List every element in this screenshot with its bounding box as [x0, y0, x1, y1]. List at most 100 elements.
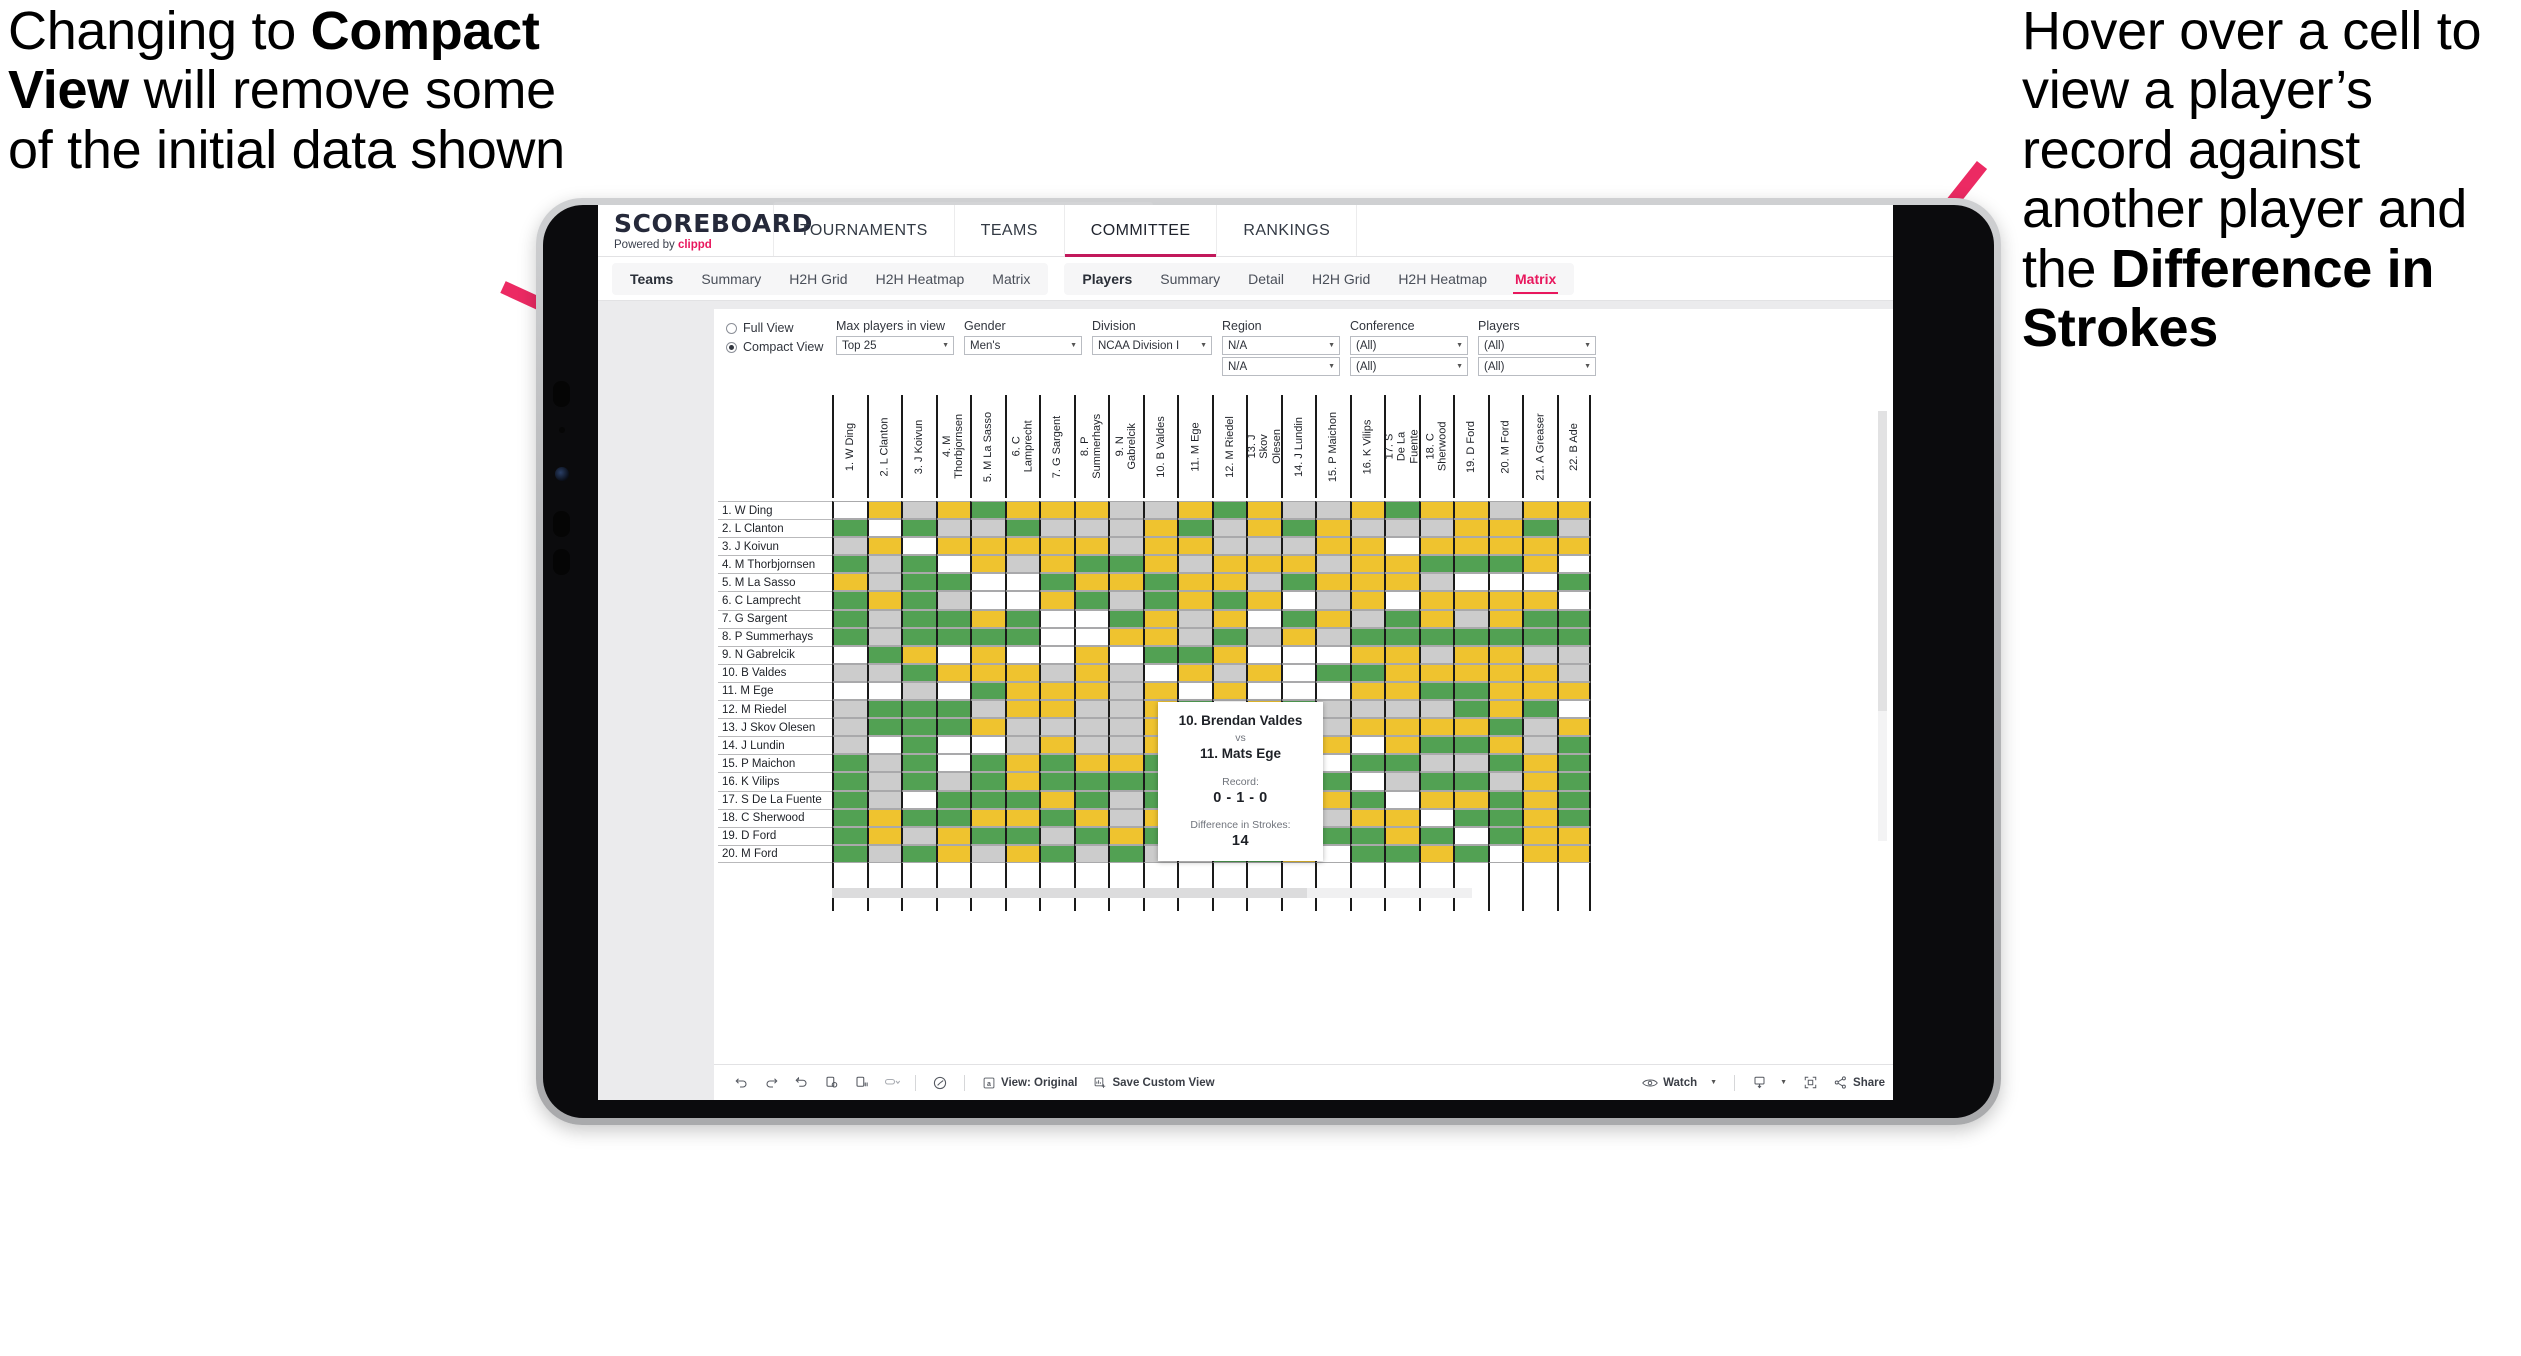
matrix-cell[interactable]	[1073, 790, 1108, 809]
matrix-cell[interactable]	[1522, 681, 1557, 701]
matrix-cell[interactable]	[1073, 844, 1108, 863]
matrix-cell[interactable]	[1453, 844, 1488, 863]
filter-players-select[interactable]: (All) ▼	[1478, 336, 1596, 355]
matrix-cell[interactable]	[935, 790, 970, 809]
matrix-cell[interactable]	[1418, 754, 1453, 773]
matrix-cell[interactable]	[970, 501, 1005, 520]
matrix-cell[interactable]	[1039, 681, 1074, 701]
matrix-cell[interactable]	[1556, 772, 1591, 791]
matrix-cell[interactable]	[1418, 501, 1453, 520]
matrix-cell[interactable]	[866, 555, 901, 574]
matrix-cell[interactable]	[1522, 555, 1557, 574]
matrix-cell[interactable]	[832, 718, 867, 737]
matrix-cell[interactable]	[1418, 519, 1453, 538]
matrix-cell[interactable]	[1211, 537, 1246, 556]
matrix-cell[interactable]	[1142, 573, 1177, 592]
matrix-cell[interactable]	[866, 772, 901, 791]
matrix-cell[interactable]	[1556, 790, 1591, 809]
matrix-cell[interactable]	[1280, 591, 1315, 610]
matrix-cell[interactable]	[832, 591, 867, 610]
matrix-cell[interactable]	[1384, 609, 1419, 628]
matrix-cell[interactable]	[866, 681, 901, 701]
matrix-cell[interactable]	[1487, 627, 1522, 646]
matrix-cell[interactable]	[1522, 609, 1557, 628]
matrix-cell[interactable]	[970, 754, 1005, 773]
matrix-cell[interactable]	[901, 681, 936, 701]
matrix-cell[interactable]	[1522, 772, 1557, 791]
matrix-cell[interactable]	[1177, 519, 1212, 538]
matrix-cell[interactable]	[1315, 609, 1350, 628]
matrix-cell[interactable]	[1556, 627, 1591, 646]
matrix-cell[interactable]	[1073, 826, 1108, 845]
matrix-cell[interactable]	[866, 519, 901, 538]
matrix-cell[interactable]	[1108, 645, 1143, 664]
matrix-cell[interactable]	[970, 519, 1005, 538]
filter-division-select[interactable]: NCAA Division I ▼	[1092, 336, 1212, 355]
matrix-cell[interactable]	[1349, 501, 1384, 520]
matrix-cell[interactable]	[1522, 754, 1557, 773]
matrix-cell[interactable]	[1522, 645, 1557, 664]
matrix-cell[interactable]	[1418, 844, 1453, 863]
matrix-cell[interactable]	[1280, 681, 1315, 701]
matrix-cell[interactable]	[1246, 609, 1281, 628]
matrix-cell[interactable]	[1384, 591, 1419, 610]
matrix-cell[interactable]	[1039, 555, 1074, 574]
matrix-cell[interactable]	[1280, 555, 1315, 574]
matrix-cell[interactable]	[970, 826, 1005, 845]
matrix-cell[interactable]	[1246, 627, 1281, 646]
matrix-cell[interactable]	[1487, 555, 1522, 574]
matrix-cell[interactable]	[1004, 591, 1039, 610]
matrix-cell[interactable]	[1384, 519, 1419, 538]
matrix-cell[interactable]	[866, 537, 901, 556]
matrix-cell[interactable]	[970, 700, 1005, 719]
filter-conference-select-2[interactable]: (All) ▼	[1350, 357, 1468, 376]
matrix-cell[interactable]	[1211, 609, 1246, 628]
matrix-cell[interactable]	[1073, 501, 1108, 520]
matrix-cell[interactable]	[1453, 826, 1488, 845]
share-button[interactable]: Share	[1825, 1075, 1893, 1090]
tab-teams[interactable]: Teams	[616, 263, 687, 295]
matrix-cell[interactable]	[901, 844, 936, 863]
matrix-cell[interactable]	[1142, 591, 1177, 610]
matrix-cell[interactable]	[1556, 501, 1591, 520]
matrix-cell[interactable]	[1211, 501, 1246, 520]
matrix-cell[interactable]	[901, 627, 936, 646]
matrix-cell[interactable]	[1487, 681, 1522, 701]
matrix-cell[interactable]	[1349, 609, 1384, 628]
matrix-cell[interactable]	[832, 772, 867, 791]
matrix-cell[interactable]	[1556, 826, 1591, 845]
matrix-cell[interactable]	[1004, 790, 1039, 809]
matrix-cell[interactable]	[901, 736, 936, 755]
matrix-cell[interactable]	[1556, 754, 1591, 773]
matrix-cell[interactable]	[970, 627, 1005, 646]
matrix-cell[interactable]	[970, 555, 1005, 574]
matrix-cell[interactable]	[1315, 537, 1350, 556]
matrix-cell[interactable]	[1073, 754, 1108, 773]
matrix-cell[interactable]	[1522, 537, 1557, 556]
matrix-cell[interactable]	[1487, 844, 1522, 863]
matrix-cell[interactable]	[1487, 772, 1522, 791]
matrix-cell[interactable]	[1177, 681, 1212, 701]
matrix-cell[interactable]	[1487, 663, 1522, 682]
matrix-cell[interactable]	[1073, 681, 1108, 701]
matrix-cell[interactable]	[1246, 501, 1281, 520]
matrix-cell[interactable]	[1384, 754, 1419, 773]
matrix-cell[interactable]	[1004, 826, 1039, 845]
matrix-cell[interactable]	[935, 736, 970, 755]
matrix-cell[interactable]	[1487, 537, 1522, 556]
matrix-cell[interactable]	[1142, 627, 1177, 646]
matrix-cell[interactable]	[1418, 808, 1453, 827]
matrix-cell[interactable]	[1522, 808, 1557, 827]
matrix-cell[interactable]	[1349, 519, 1384, 538]
matrix-cell[interactable]	[1108, 681, 1143, 701]
matrix-cell[interactable]	[1004, 663, 1039, 682]
filter-region-select-2[interactable]: N/A ▼	[1222, 357, 1340, 376]
download-button[interactable]: ▼	[1744, 1075, 1795, 1090]
matrix-cell[interactable]	[1453, 772, 1488, 791]
matrix-cell[interactable]	[1522, 844, 1557, 863]
matrix-cell[interactable]	[1108, 754, 1143, 773]
matrix-cell[interactable]	[1039, 573, 1074, 592]
matrix-cell[interactable]	[935, 844, 970, 863]
matrix-cell[interactable]	[866, 645, 901, 664]
matrix-cell[interactable]	[866, 844, 901, 863]
